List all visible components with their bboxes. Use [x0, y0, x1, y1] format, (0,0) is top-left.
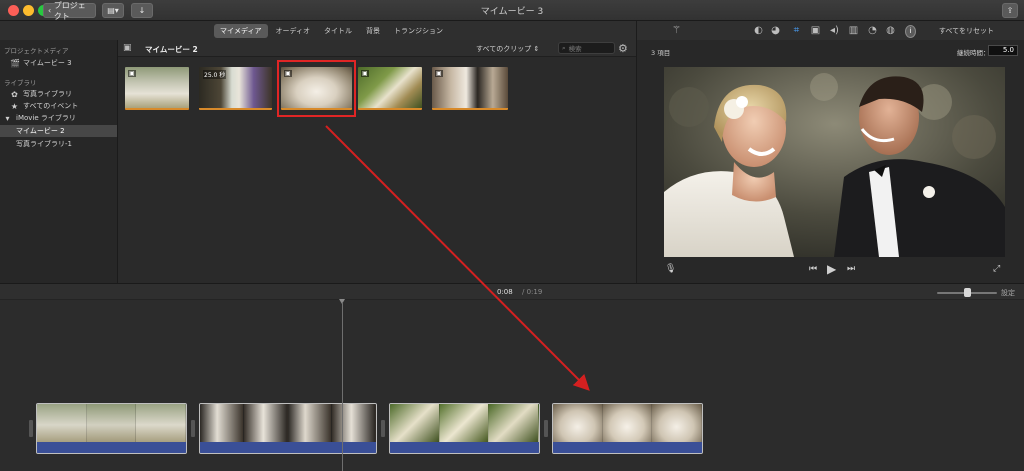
info-icon[interactable]: i: [905, 25, 916, 38]
adjustment-toolbar: ⚚ ◐ ◕ ⌗ ▣ ◂) ▥ ◔ ◍ i すべてをリセット: [636, 21, 1024, 40]
reset-all-button[interactable]: すべてをリセット: [939, 26, 994, 36]
speed-icon[interactable]: ◔: [867, 25, 878, 36]
share-button[interactable]: ⇪: [1002, 3, 1018, 18]
crop-icon[interactable]: ⌗: [791, 25, 802, 36]
timeline: 0:08 / 0:19 設定: [0, 283, 1024, 471]
timeline-clip[interactable]: [199, 403, 377, 454]
sidebar-item-photo-library-1[interactable]: 写真ライブラリ-1: [0, 138, 117, 150]
clip-count-label: 3 項目: [651, 49, 671, 57]
magic-wand-icon[interactable]: ⚚: [671, 25, 682, 36]
camera-icon: ▣: [361, 70, 369, 77]
audio-track: [200, 442, 376, 453]
filter-icon[interactable]: ◍: [885, 25, 896, 36]
sidebar-item-project[interactable]: 🎬 マイムービー 3: [0, 57, 117, 69]
volume-icon[interactable]: ◂): [829, 25, 840, 36]
current-time: 0:08: [497, 288, 513, 296]
equalizer-icon[interactable]: ▥: [848, 25, 859, 36]
color-correction-icon[interactable]: ◕: [770, 25, 781, 36]
skip-forward-icon[interactable]: ⏭: [847, 264, 855, 274]
tab-my-media[interactable]: マイメディア: [214, 24, 268, 38]
media-clip-thumbnail[interactable]: ▣: [358, 67, 422, 110]
sidebar-item-photos-library[interactable]: ✿ 写真ライブラリ: [0, 88, 117, 100]
clapper-icon: 🎬: [10, 58, 20, 68]
camera-icon: ▣: [128, 70, 136, 77]
photos-icon: ✿: [11, 89, 18, 99]
browser-header: ▣ マイムービー 2 すべてのクリップ ⇕ ⌕ 検索 ⚙: [118, 40, 636, 57]
microphone-icon[interactable]: 🎙: [665, 264, 676, 274]
audio-track: [553, 442, 702, 453]
sidebar-item-event-my-movie-2[interactable]: マイムービー 2: [0, 125, 117, 137]
preview-image: [664, 67, 1005, 257]
clip-trim-handle[interactable]: [544, 420, 548, 437]
timeline-clip[interactable]: [36, 403, 187, 454]
search-input[interactable]: ⌕ 検索: [558, 42, 615, 54]
updown-chevron-icon: ⇕: [533, 45, 540, 53]
sidebar-item-all-events[interactable]: ★ すべてのイベント: [0, 100, 117, 112]
sidebar-item-imovie-library[interactable]: ▾ iMovie ライブラリ: [0, 112, 117, 124]
clip-trim-handle[interactable]: [29, 420, 33, 437]
zoom-slider-knob[interactable]: [964, 288, 971, 297]
skip-back-icon[interactable]: ⏮: [809, 264, 817, 274]
camera-icon: ▣: [435, 70, 443, 77]
timeline-clip[interactable]: [552, 403, 703, 454]
library-sidebar: プロジェクトメディア 🎬 マイムービー 3 ライブラリ ✿ 写真ライブラリ ★ …: [0, 40, 118, 283]
stabilization-icon[interactable]: ▣: [810, 25, 821, 36]
sidebar-toggle-icon[interactable]: ▣: [123, 43, 132, 53]
disclosure-triangle-icon[interactable]: ▾: [3, 114, 12, 123]
tab-audio[interactable]: オーディオ: [270, 24, 317, 38]
playhead[interactable]: [342, 302, 343, 471]
tab-titles[interactable]: タイトル: [318, 24, 358, 38]
audio-track: [390, 442, 539, 453]
search-icon: ⌕: [562, 43, 566, 52]
media-clip-thumbnail[interactable]: 25.0 秒: [199, 67, 272, 110]
duration-field[interactable]: 5.0: [988, 45, 1018, 56]
clip-trim-handle[interactable]: [381, 420, 385, 437]
total-time: / 0:19: [522, 288, 543, 296]
tab-transitions[interactable]: トランジション: [388, 24, 449, 38]
gear-icon[interactable]: ⚙: [618, 42, 628, 55]
clip-duration-badge: 25.0 秒: [203, 70, 227, 79]
project-media-header: プロジェクトメディア: [4, 47, 69, 55]
media-clip-thumbnail[interactable]: ▣: [432, 67, 508, 110]
window-title: マイムービー 3: [480, 7, 544, 17]
duration-label: 継続時間：: [957, 49, 990, 57]
tab-backgrounds[interactable]: 背景: [360, 24, 386, 38]
play-icon[interactable]: ▶: [827, 262, 836, 276]
title-bar: ‹ プロジェクト ▤▾ ↓ マイムービー 3 ⇪: [0, 0, 1024, 21]
audio-track: [37, 442, 186, 453]
selected-clip-highlight: [277, 60, 356, 117]
star-icon: ★: [10, 101, 19, 111]
timeline-clip[interactable]: [389, 403, 540, 454]
clip-filter-select[interactable]: すべてのクリップ ⇕: [476, 44, 539, 54]
media-browser: ▣ マイムービー 2 すべてのクリップ ⇕ ⌕ 検索 ⚙ ▣ 25.0 秒 ▣ …: [118, 40, 636, 283]
event-title: マイムービー 2: [145, 45, 198, 54]
imovie-window: ‹ プロジェクト ▤▾ ↓ マイムービー 3 ⇪ マイメディア オーディオ タイ…: [0, 0, 1024, 471]
clip-trim-handle[interactable]: [191, 420, 195, 437]
timeline-header: 0:08 / 0:19 設定: [0, 284, 1024, 300]
viewer-panel: 3 項目 継続時間： 5.0 🎙 ⏮ ▶ ⏭ ⤢: [636, 40, 1024, 283]
library-header: ライブラリ: [4, 79, 37, 87]
expand-icon[interactable]: ⤢: [993, 264, 1000, 274]
share-icon: ⇪: [1006, 6, 1014, 15]
media-tab-bar: マイメディア オーディオ タイトル 背景 トランジション: [0, 21, 636, 40]
timeline-settings-button[interactable]: 設定: [1001, 288, 1015, 298]
color-balance-icon[interactable]: ◐: [753, 25, 764, 36]
media-clip-thumbnail[interactable]: ▣: [125, 67, 189, 110]
